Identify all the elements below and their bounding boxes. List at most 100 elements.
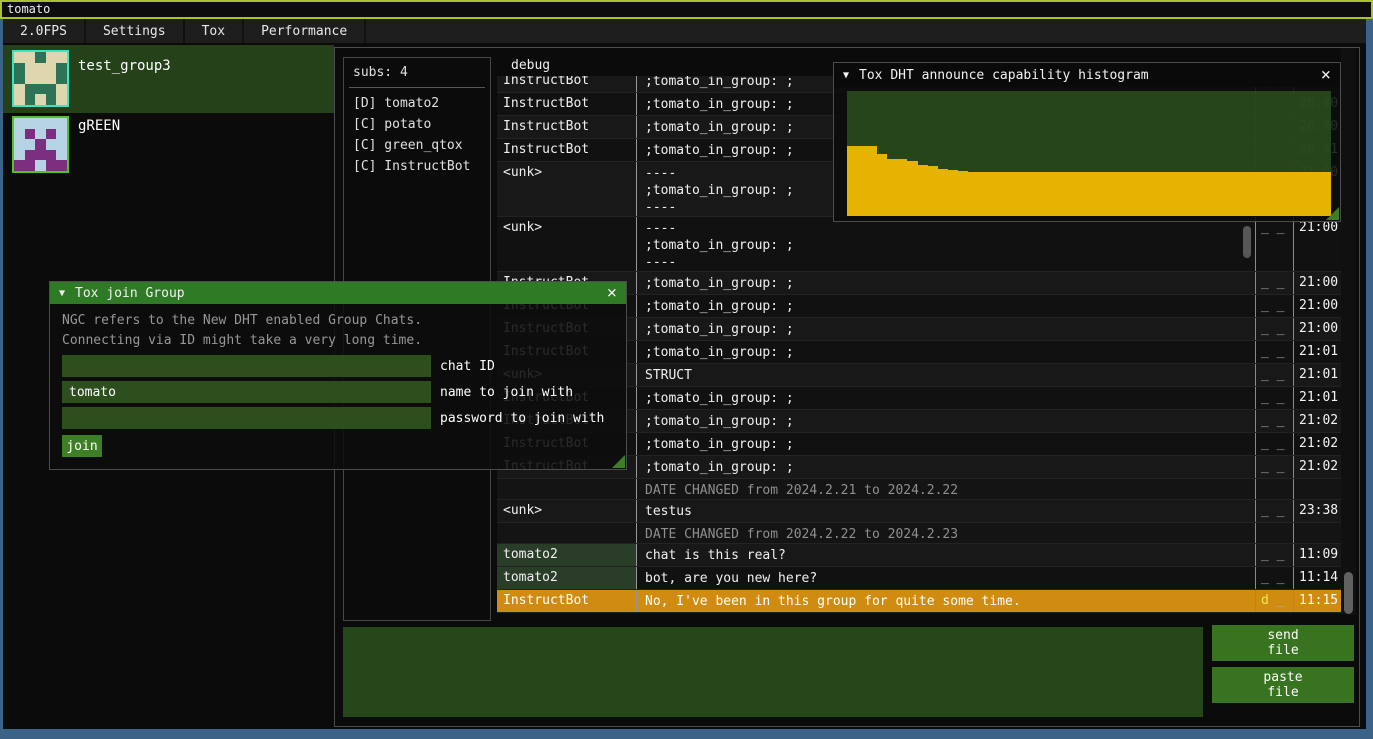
- close-icon[interactable]: ×: [1321, 68, 1331, 82]
- subs-member-tomato2[interactable]: [D] tomato2: [344, 93, 490, 114]
- message-cell: ;tomato_in_group: ;: [637, 433, 1255, 455]
- avatar-cell: [25, 118, 36, 129]
- message-flags-cell: _ _: [1255, 433, 1293, 455]
- close-icon[interactable]: ×: [607, 286, 617, 300]
- avatar-cell: [14, 63, 25, 74]
- avatar-cell: [14, 118, 25, 129]
- histogram-bar: [1099, 172, 1109, 216]
- histogram-bar: [958, 171, 968, 216]
- menu-item-settings[interactable]: Settings: [86, 19, 185, 43]
- message-inner-scrollbar-thumb[interactable]: [1243, 226, 1251, 258]
- timestamp-cell: 21:01: [1293, 341, 1341, 363]
- menu-item-performance[interactable]: Performance: [244, 19, 366, 43]
- message-cell: DATE CHANGED from 2024.2.22 to 2024.2.23: [637, 523, 1255, 543]
- subs-member-potato[interactable]: [C] potato: [344, 114, 490, 135]
- chat-message-row[interactable]: <unk>----;tomato_in_group: ;----_ _21:00: [497, 217, 1341, 272]
- avatar-cell: [25, 84, 36, 95]
- histogram-bar: [1119, 172, 1129, 216]
- chat-message-row[interactable]: InstructBotNo, I've been in this group f…: [497, 590, 1341, 613]
- message-cell: testus: [637, 500, 1255, 522]
- join-name-field-row: name to join with: [62, 381, 614, 403]
- join-group-titlebar[interactable]: ▼ Tox join Group ×: [50, 282, 626, 304]
- compose-input[interactable]: [343, 627, 1203, 717]
- menu-item-tox[interactable]: Tox: [185, 19, 244, 43]
- avatar-cell: [35, 139, 46, 150]
- chat-id-input[interactable]: [62, 355, 431, 377]
- subs-separator: [349, 87, 485, 88]
- message-cell: No, I've been in this group for quite so…: [637, 590, 1255, 612]
- dht-histogram-titlebar[interactable]: ▼ Tox DHT announce capability histogram …: [834, 63, 1340, 87]
- histogram-bar: [1200, 172, 1210, 216]
- sender-cell: <unk>: [497, 162, 637, 216]
- join-group-dialog: ▼ Tox join Group × NGC refers to the New…: [49, 281, 627, 470]
- histogram-bar: [1301, 172, 1311, 216]
- avatar-cell: [46, 139, 57, 150]
- avatar-cell: [56, 52, 67, 63]
- subs-count-header: subs: 4: [344, 58, 490, 80]
- subs-member-green-qtox[interactable]: [C] green_qtox: [344, 135, 490, 156]
- chat-message-row[interactable]: tomato2bot, are you new here?_ _11:14: [497, 567, 1341, 590]
- resize-handle[interactable]: [612, 455, 625, 468]
- histogram-bar: [968, 172, 978, 216]
- chat-id-field-row: chat ID: [62, 355, 614, 377]
- date-changed-row: DATE CHANGED from 2024.2.21 to 2024.2.22: [497, 479, 1341, 500]
- menu-item-2-0fps[interactable]: 2.0FPS: [3, 19, 86, 43]
- histogram-bar: [918, 165, 928, 216]
- resize-handle[interactable]: [1326, 207, 1339, 220]
- timestamp-cell: [1293, 479, 1341, 499]
- timestamp-cell: 11:09: [1293, 544, 1341, 566]
- join-name-input[interactable]: [62, 381, 431, 403]
- sender-cell: tomato2: [497, 544, 637, 566]
- histogram-bar: [1210, 172, 1220, 216]
- avatar-cell: [46, 129, 57, 140]
- join-name-label: name to join with: [440, 385, 573, 400]
- collapse-arrow-icon[interactable]: ▼: [59, 288, 65, 299]
- join-password-input[interactable]: [62, 407, 431, 429]
- avatar-cell: [46, 118, 57, 129]
- sender-cell: InstructBot: [497, 76, 637, 92]
- histogram-bar: [1270, 172, 1280, 216]
- message-cell: ;tomato_in_group: ;: [637, 456, 1255, 478]
- histogram-bar: [1250, 172, 1260, 216]
- chat-scrollbar-thumb[interactable]: [1344, 572, 1353, 614]
- avatar-cell: [56, 150, 67, 161]
- histogram-bar: [1159, 172, 1169, 216]
- os-titlebar[interactable]: tomato: [0, 0, 1373, 19]
- chat-scrollbar-track[interactable]: [1341, 48, 1356, 615]
- sidebar-group-test-group3[interactable]: test_group3: [3, 45, 334, 113]
- avatar-cell: [25, 63, 36, 74]
- histogram-bar: [988, 172, 998, 216]
- histogram-bar: [897, 159, 907, 217]
- join-group-info-line: Connecting via ID might take a very long…: [62, 331, 614, 351]
- join-button[interactable]: join: [62, 435, 102, 457]
- subs-member-instructbot[interactable]: [C] InstructBot: [344, 156, 490, 177]
- avatar-cell: [25, 73, 36, 84]
- date-changed-row: DATE CHANGED from 2024.2.22 to 2024.2.23: [497, 523, 1341, 544]
- tomato-app-window: tomato 2.0FPSSettingsToxPerformance test…: [0, 0, 1373, 739]
- sidebar-group-green[interactable]: gREEN: [3, 113, 334, 175]
- message-cell: ;tomato_in_group: ;: [637, 295, 1255, 317]
- collapse-arrow-icon[interactable]: ▼: [843, 70, 849, 81]
- avatar-cell: [56, 63, 67, 74]
- send-file-button[interactable]: sendfile: [1212, 625, 1354, 661]
- chat-message-row[interactable]: <unk>testus_ _23:38: [497, 500, 1341, 523]
- avatar-cell: [56, 129, 67, 140]
- timestamp-cell: 11:14: [1293, 567, 1341, 589]
- histogram-bar: [867, 146, 877, 216]
- histogram-bar: [1059, 172, 1069, 216]
- timestamp-cell: 21:02: [1293, 410, 1341, 432]
- chat-message-row[interactable]: tomato2chat is this real?_ _11:09: [497, 544, 1341, 567]
- timestamp-cell: 23:38: [1293, 500, 1341, 522]
- timestamp-cell: 21:02: [1293, 456, 1341, 478]
- message-cell: ;tomato_in_group: ;: [637, 387, 1255, 409]
- dht-histogram-title: Tox DHT announce capability histogram: [859, 68, 1149, 83]
- timestamp-cell: 21:00: [1293, 272, 1341, 294]
- message-cell: ;tomato_in_group: ;: [637, 410, 1255, 432]
- histogram-bar: [1109, 172, 1119, 216]
- paste-file-button[interactable]: pastefile: [1212, 667, 1354, 703]
- avatar-cell: [25, 94, 36, 105]
- histogram-bar: [1028, 172, 1038, 216]
- histogram-bar: [857, 146, 867, 216]
- histogram-bar: [928, 166, 938, 216]
- histogram-bar: [1230, 172, 1240, 216]
